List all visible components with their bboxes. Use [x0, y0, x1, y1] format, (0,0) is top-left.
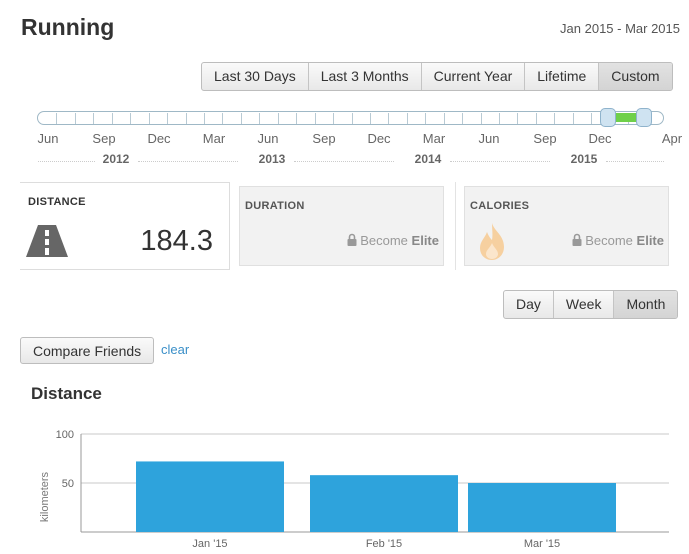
timeline-tick — [296, 113, 298, 124]
date-range: Jan 2015 - Mar 2015 — [560, 21, 680, 36]
year-divider — [294, 161, 394, 162]
year-divider — [138, 161, 238, 162]
timeline-month-label: Jun — [37, 131, 59, 146]
stat-duration[interactable]: DURATION Become Elite — [239, 186, 444, 266]
timeline-month-label: Jun — [257, 131, 279, 146]
timeline-month-label: Apr — [661, 131, 683, 146]
timeline-tick — [93, 113, 95, 124]
range-lifetime-button[interactable]: Lifetime — [524, 63, 598, 90]
y-tick-label: 100 — [56, 429, 74, 441]
timeline-year-label: 2013 — [254, 152, 290, 166]
become-elite-link[interactable]: Become Elite — [347, 233, 439, 248]
timeline-tick — [277, 113, 279, 124]
timeline-year-label: 2015 — [566, 152, 602, 166]
timeline-tick — [572, 113, 574, 124]
timeline-tick — [535, 113, 537, 124]
timeline-tick — [74, 113, 76, 124]
timeline-month-label: Mar — [422, 131, 446, 146]
x-tick-label: Feb '15 — [366, 538, 402, 550]
period-month-button[interactable]: Month — [613, 291, 678, 318]
timeline-month-label: Dec — [147, 131, 171, 146]
timeline-tick — [591, 113, 593, 124]
flame-icon — [480, 223, 504, 260]
become-elite-link[interactable]: Become Elite — [572, 233, 664, 248]
bar — [310, 475, 458, 532]
date-range-selector: Last 30 Days Last 3 Months Current Year … — [201, 62, 673, 91]
timeline-tick — [148, 113, 150, 124]
timeline-tick — [554, 113, 556, 124]
timeline-month-label: Mar — [202, 131, 226, 146]
become-elite-prefix: Become — [585, 233, 633, 248]
distance-chart: 50 100 kilometers Jan '15 Feb '15 Mar '15 — [39, 429, 669, 550]
timeline-tick — [443, 113, 445, 124]
timeline-tick — [259, 113, 261, 124]
timeline-tick — [462, 113, 464, 124]
timeline-tick — [499, 113, 501, 124]
range-last-3-months-button[interactable]: Last 3 Months — [307, 63, 421, 90]
range-current-year-button[interactable]: Current Year — [420, 63, 525, 90]
timeline-month-label: Sep — [92, 131, 116, 146]
timeline-tick — [130, 113, 132, 124]
year-divider — [450, 161, 550, 162]
stat-calories[interactable]: CALORIES Become Elite — [464, 186, 669, 266]
timeline-slider[interactable] — [37, 108, 664, 127]
timeline-start-handle[interactable] — [600, 108, 616, 127]
timeline-tick — [517, 113, 519, 124]
timeline-tick — [425, 113, 427, 124]
bar — [136, 461, 284, 532]
timeline-tick — [111, 113, 113, 124]
timeline-month-label: Sep — [533, 131, 557, 146]
stat-calories-label: CALORIES — [470, 200, 530, 212]
lock-icon — [347, 233, 357, 246]
y-tick-label: 50 — [62, 478, 74, 490]
stat-distance-label: DISTANCE — [28, 196, 86, 208]
page-title: Running — [21, 14, 115, 40]
timeline-year-label: 2014 — [410, 152, 446, 166]
become-elite-word: Elite — [411, 233, 439, 248]
road-icon — [26, 225, 68, 257]
timeline-tick — [333, 113, 335, 124]
timeline-tick — [185, 113, 187, 124]
period-selector: Day Week Month — [503, 290, 679, 319]
timeline-track[interactable] — [37, 111, 664, 125]
timeline-tick — [369, 113, 371, 124]
timeline-tick — [222, 113, 224, 124]
chart-title: Distance — [31, 384, 102, 403]
compare-friends-button[interactable]: Compare Friends — [20, 337, 155, 364]
clear-link[interactable]: clear — [161, 342, 189, 357]
timeline-month-label: Dec — [588, 131, 612, 146]
timeline-tick — [56, 113, 58, 124]
range-custom-button[interactable]: Custom — [598, 63, 672, 90]
timeline-end-handle[interactable] — [636, 108, 652, 127]
timeline-tick — [480, 113, 482, 124]
bar — [468, 483, 616, 532]
become-elite-prefix: Become — [360, 233, 408, 248]
y-axis-label: kilometers — [39, 471, 51, 522]
timeline-month-label: Jun — [478, 131, 500, 146]
year-divider — [606, 161, 664, 162]
timeline-tick — [406, 113, 408, 124]
timeline-tick — [388, 113, 390, 124]
year-divider — [38, 161, 95, 162]
timeline-tick — [203, 113, 205, 124]
distance-value: 184.3 — [140, 225, 213, 257]
timeline-tick — [314, 113, 316, 124]
stat-separator — [455, 182, 456, 270]
timeline-tick — [351, 113, 353, 124]
x-tick-label: Mar '15 — [524, 538, 560, 550]
timeline-tick — [167, 113, 169, 124]
timeline-month-label: Sep — [312, 131, 336, 146]
period-day-button[interactable]: Day — [504, 291, 553, 318]
range-last-30-days-button[interactable]: Last 30 Days — [202, 63, 308, 90]
timeline-tick — [240, 113, 242, 124]
x-tick-label: Jan '15 — [192, 538, 227, 550]
timeline-month-label: Dec — [367, 131, 391, 146]
stat-duration-label: DURATION — [245, 200, 305, 212]
timeline-selection — [616, 113, 638, 122]
lock-icon — [572, 233, 582, 246]
become-elite-word: Elite — [636, 233, 664, 248]
stat-distance[interactable]: DISTANCE 184.3 — [20, 182, 230, 270]
period-week-button[interactable]: Week — [552, 291, 614, 318]
timeline-year-label: 2012 — [98, 152, 134, 166]
